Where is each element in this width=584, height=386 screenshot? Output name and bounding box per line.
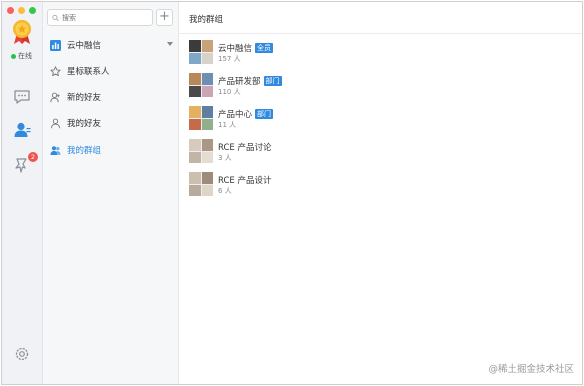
- app-window: 在线 2 搜索 + 云中融信 星标联系人 新的好友 我的好友 我的群组 我的群组…: [1, 1, 583, 385]
- member-count: 6 人: [218, 187, 232, 195]
- user-avatar[interactable]: [11, 19, 33, 45]
- group-row[interactable]: 产品中心 部门 11 人: [189, 106, 449, 134]
- member-count: 110 人: [218, 88, 241, 96]
- rail-chat-button[interactable]: [12, 87, 32, 107]
- group-name-text: 云中融信: [218, 44, 253, 54]
- search-input[interactable]: [62, 13, 152, 22]
- add-button[interactable]: +: [156, 9, 173, 26]
- chat-bubble-icon: [14, 90, 30, 104]
- minimize-window-button[interactable]: [18, 7, 25, 14]
- nav-item-organization[interactable]: 云中融信: [43, 32, 179, 58]
- group-row[interactable]: RCE 产品设计 6 人: [189, 172, 449, 200]
- group-name-text: 产品中心: [218, 110, 253, 120]
- page-title: 我的群组: [189, 15, 224, 25]
- status-label: 在线: [18, 52, 32, 60]
- group-tag: 部门: [255, 109, 274, 119]
- nav-item-label: 云中融信: [67, 41, 102, 51]
- group-avatar: [189, 106, 213, 130]
- contacts-nav: + 云中融信 星标联系人 新的好友 我的好友: [43, 2, 179, 384]
- search-box[interactable]: [47, 9, 153, 26]
- chevron-down-icon[interactable]: [167, 42, 173, 46]
- group-name: RCE 产品设计: [218, 174, 272, 186]
- member-count: 157 人: [218, 55, 241, 63]
- group-row[interactable]: 云中融信 全员 157 人: [189, 40, 449, 68]
- group-row[interactable]: 产品研发部 部门 110 人: [189, 73, 449, 101]
- main-panel: 我的群组 云中融信 全员 157 人 产品研发部 部门 110 人 产品中心 部…: [179, 2, 582, 384]
- window-controls: [7, 7, 36, 14]
- group-name-text: RCE 产品讨论: [218, 143, 272, 153]
- group-name-text: RCE 产品设计: [218, 176, 272, 186]
- divider: [179, 33, 582, 34]
- watermark: @稀土掘金技术社区: [488, 364, 574, 375]
- icon-rail: 在线 2: [2, 2, 43, 384]
- settings-button[interactable]: [12, 344, 32, 364]
- group-name: 云中融信 全员: [218, 42, 274, 54]
- nav-item-starred[interactable]: 星标联系人: [43, 58, 179, 84]
- nav-item-label: 我的群组: [67, 146, 102, 156]
- nav-item-label: 我的好友: [67, 119, 102, 129]
- contacts-icon: [14, 122, 31, 137]
- group-name: RCE 产品讨论: [218, 141, 272, 153]
- org-icon: [50, 39, 61, 51]
- star-icon: [50, 65, 61, 77]
- unread-badge: 2: [28, 152, 38, 162]
- nav-item-label: 星标联系人: [67, 67, 110, 77]
- group-avatar: [189, 172, 213, 196]
- nav-item-label: 新的好友: [67, 93, 102, 103]
- member-count: 11 人: [218, 121, 237, 129]
- group-name: 产品中心 部门: [218, 108, 274, 120]
- person-icon: [50, 118, 61, 129]
- gear-icon: [15, 347, 29, 361]
- nav-item-my-friends[interactable]: 我的好友: [43, 110, 179, 136]
- rail-contacts-button[interactable]: [12, 120, 32, 140]
- group-icon: [50, 145, 61, 156]
- online-status: 在线: [11, 51, 32, 61]
- group-avatar: [189, 73, 213, 97]
- online-dot-icon: [11, 53, 16, 59]
- group-avatar: [189, 40, 213, 64]
- search-icon: [52, 14, 59, 21]
- group-tag: 全员: [255, 43, 274, 53]
- member-count: 3 人: [218, 154, 232, 162]
- nav-item-new-friends[interactable]: 新的好友: [43, 84, 179, 110]
- group-avatar: [189, 139, 213, 163]
- maximize-window-button[interactable]: [29, 7, 36, 14]
- group-name: 产品研发部 部门: [218, 75, 282, 87]
- group-name-text: 产品研发部: [218, 77, 261, 87]
- group-tag: 部门: [263, 76, 282, 86]
- nav-item-my-groups[interactable]: 我的群组: [43, 137, 179, 163]
- group-row[interactable]: RCE 产品讨论 3 人: [189, 139, 449, 167]
- person-add-icon: [50, 92, 61, 103]
- close-window-button[interactable]: [7, 7, 14, 14]
